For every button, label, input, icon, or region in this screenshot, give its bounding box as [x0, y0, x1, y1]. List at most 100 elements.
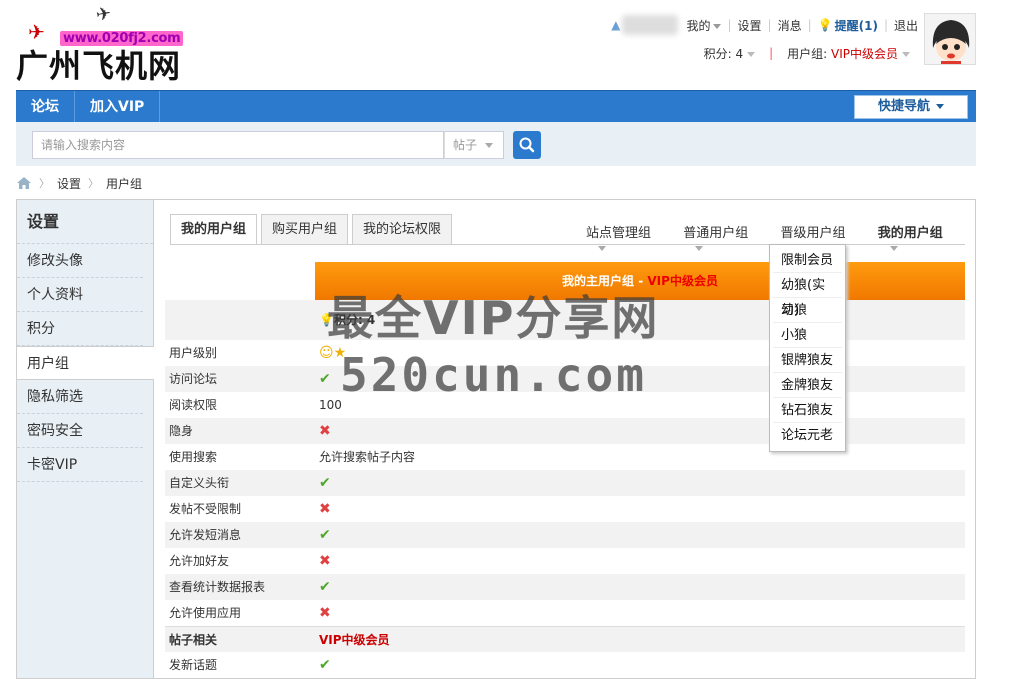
- divider: |: [767, 18, 772, 32]
- main-panel: 设置 修改头像 个人资料 积分 用户组 隐私筛选 密码安全 卡密VIP 我的用户…: [16, 199, 976, 679]
- home-icon[interactable]: [16, 176, 32, 190]
- airplane-icon: ✈: [94, 2, 113, 27]
- sidebar-item-avatar[interactable]: 修改头像: [17, 244, 143, 278]
- nav-join-vip[interactable]: 加入VIP: [75, 90, 161, 123]
- avatar-cartoon-icon: [925, 14, 975, 64]
- cross-icon: ✖: [319, 501, 331, 517]
- settings-link[interactable]: 设置: [738, 17, 762, 34]
- quick-nav-button[interactable]: 快捷导航: [854, 95, 968, 119]
- cross-icon: ✖: [319, 605, 331, 621]
- chevron-down-icon: [713, 23, 722, 29]
- watermark-line-2: 520cun.com: [340, 348, 647, 402]
- search-bar: 请输入搜索内容 帖子: [16, 122, 976, 166]
- site-logo[interactable]: ✈ ✈ www.020fj2.com 广州飞机网: [16, 2, 196, 85]
- bird-logo-icon: ✈: [28, 20, 45, 44]
- lightbulb-icon: 💡: [817, 18, 833, 32]
- search-button[interactable]: [513, 131, 541, 159]
- messages-link[interactable]: 消息: [778, 17, 802, 34]
- dropdown-item[interactable]: 幼狼: [773, 298, 842, 323]
- tab-forum-permissions[interactable]: 我的论坛权限: [352, 214, 453, 244]
- chevron-down-icon: [936, 104, 944, 109]
- chevron-down-icon: [695, 246, 704, 251]
- row-label: 用户级别: [169, 346, 218, 360]
- cross-icon: ✖: [319, 423, 331, 439]
- row-label: 发帖不受限制: [169, 502, 242, 516]
- table-row: 发帖不受限制 ✖: [165, 496, 965, 522]
- chevron-down-icon: [747, 51, 756, 57]
- check-icon: ✔: [319, 371, 331, 387]
- settings-sidebar: 设置 修改头像 个人资料 积分 用户组 隐私筛选 密码安全 卡密VIP: [17, 200, 154, 678]
- username-blurred[interactable]: [622, 15, 679, 35]
- dropdown-item[interactable]: 金牌狼友: [773, 373, 842, 398]
- table-row: 查看统计数据报表 ✔: [165, 574, 965, 600]
- row-value: 100: [319, 398, 342, 412]
- breadcrumb-settings[interactable]: 设置: [57, 175, 81, 192]
- sidebar-item-password[interactable]: 密码安全: [17, 414, 143, 448]
- check-icon: ✔: [319, 657, 331, 673]
- sidebar-item-points[interactable]: 积分: [17, 312, 143, 346]
- dropdown-item[interactable]: 论坛元老: [773, 423, 842, 448]
- logout-link[interactable]: 退出: [894, 17, 918, 34]
- row-label: 允许使用应用: [169, 606, 242, 620]
- search-input[interactable]: 请输入搜索内容: [32, 131, 444, 159]
- dropdown-item[interactable]: 钻石狼友: [773, 398, 842, 423]
- watermark-line-1: 最全VIP分享网: [327, 291, 660, 345]
- table-row: 允许使用应用 ✖: [165, 600, 965, 626]
- row-label: 阅读权限: [169, 398, 218, 412]
- dropdown-item[interactable]: 幼狼(实习): [773, 273, 842, 318]
- chevron-down-icon: [598, 246, 606, 251]
- avatar[interactable]: [924, 13, 976, 65]
- dropdown-item[interactable]: 小狼: [773, 323, 842, 348]
- usergroup-tabs: 我的用户组 购买用户组 我的论坛权限: [170, 214, 456, 245]
- points-menu[interactable]: 积分: 4: [704, 45, 756, 62]
- usergroup-menu[interactable]: 用户组: VIP中级会员: [787, 45, 910, 62]
- divider: |: [727, 18, 732, 32]
- row-label: 允许加好友: [169, 554, 230, 568]
- breadcrumb-usergroup[interactable]: 用户组: [106, 175, 142, 192]
- dropdown-item[interactable]: 银牌狼友: [773, 348, 842, 373]
- logo-site-name: 广州飞机网: [16, 47, 182, 85]
- table-row: 允许加好友 ✖: [165, 548, 965, 574]
- row-label: 允许发短消息: [169, 528, 242, 542]
- nav-forum[interactable]: 论坛: [16, 90, 75, 123]
- row-label: 隐身: [169, 424, 194, 438]
- sidebar-item-profile[interactable]: 个人资料: [17, 278, 143, 312]
- tab-my-usergroup[interactable]: 我的用户组: [170, 214, 258, 245]
- sidebar-item-privacy[interactable]: 隐私筛选: [17, 380, 143, 414]
- row-value: 允许搜索帖子内容: [319, 450, 416, 464]
- group-nav-normal[interactable]: 普通用户组: [683, 222, 762, 256]
- remind-link[interactable]: 提醒(1): [835, 17, 878, 34]
- user-status-row: 积分: 4 | 用户组: VIP中级会员: [704, 44, 910, 62]
- search-type-select[interactable]: 帖子: [444, 131, 504, 159]
- chevron-down-icon: [889, 246, 898, 251]
- cross-icon: ✖: [319, 553, 331, 569]
- section-header-row: 帖子相关 VIP中级会员: [165, 626, 965, 652]
- sidebar-item-usergroup[interactable]: 用户组: [17, 346, 154, 380]
- row-label: 访问论坛: [169, 372, 218, 386]
- tab-buy-usergroup[interactable]: 购买用户组: [261, 214, 349, 244]
- table-row: 发新话题 ✔: [165, 652, 965, 678]
- dropdown-item[interactable]: 限制会员: [773, 248, 842, 273]
- section-label: 帖子相关: [169, 633, 218, 647]
- main-navbar: 论坛 加入VIP 快捷导航: [16, 90, 976, 123]
- breadcrumb: 〉 设置 〉 用户组: [16, 175, 142, 191]
- divider: |: [807, 18, 812, 32]
- check-icon: ✔: [319, 527, 331, 543]
- table-row: 自定义头衔 ✔: [165, 470, 965, 496]
- search-icon: [519, 137, 535, 153]
- row-label: 自定义头衔: [169, 476, 230, 490]
- breadcrumb-separator: 〉: [88, 177, 100, 190]
- user-icon: ▲: [611, 18, 621, 32]
- my-menu[interactable]: 我的: [686, 17, 722, 34]
- chevron-down-icon: [902, 51, 910, 57]
- logo-url: www.020fj2.com: [60, 31, 184, 46]
- row-label: 使用搜索: [169, 450, 218, 464]
- divider: |: [769, 46, 774, 60]
- group-nav-admin[interactable]: 站点管理组: [586, 222, 665, 256]
- group-nav-mine[interactable]: 我的用户组: [878, 222, 957, 256]
- section-value: VIP中级会员: [319, 633, 390, 647]
- sidebar-item-card-vip[interactable]: 卡密VIP: [17, 448, 143, 482]
- promotion-group-dropdown: 限制会员 幼狼(实习) 幼狼 小狼 银牌狼友 金牌狼友 钻石狼友 论坛元老: [769, 244, 846, 452]
- chevron-down-icon: [485, 143, 493, 148]
- sidebar-title: 设置: [17, 200, 153, 244]
